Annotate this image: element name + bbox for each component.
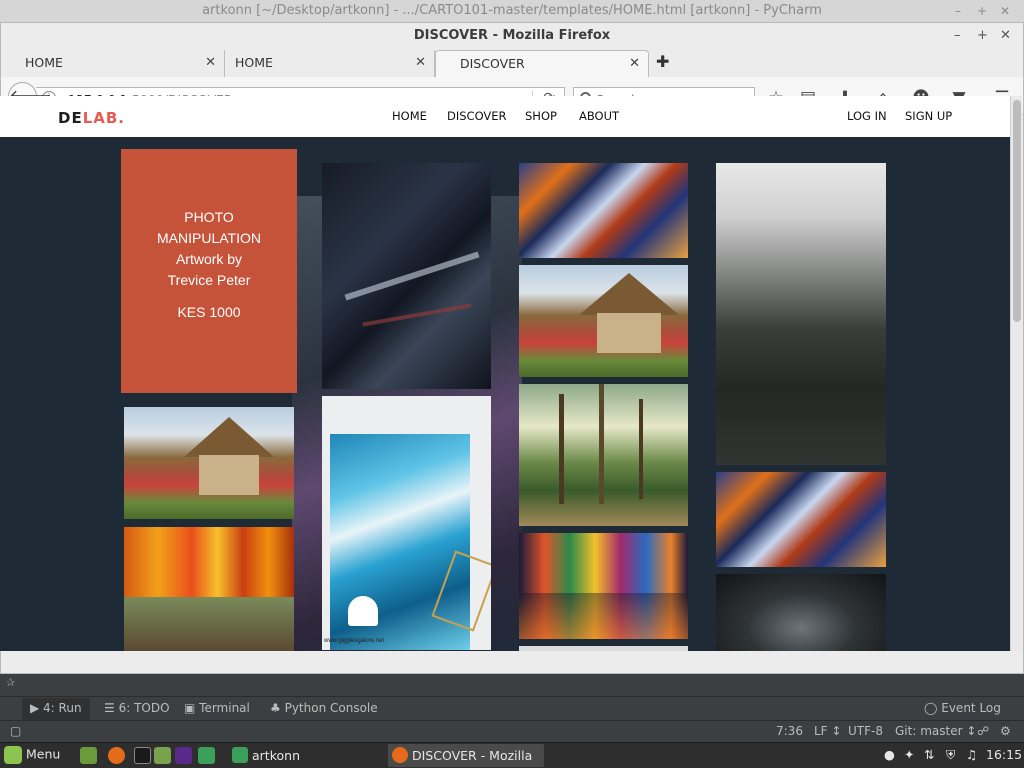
tab-home-1[interactable]: HOME ✕	[1, 50, 225, 77]
close-tab-icon[interactable]: ✕	[629, 51, 640, 77]
run-icon: ▶	[30, 701, 44, 715]
new-tab-icon[interactable]: ✚	[656, 52, 669, 71]
village-hut-artwork-2[interactable]	[519, 265, 688, 377]
pycharm-titlebar: artkonn [~/Desktop/artkonn] - .../CARTO1…	[0, 0, 1024, 22]
bluetooth-icon[interactable]: ✦	[904, 747, 914, 762]
featured-artwork-card[interactable]: PHOTO MANIPULATION Artwork by Trevice Pe…	[121, 149, 297, 393]
abstract-city-artwork[interactable]	[519, 163, 688, 258]
artwork-edge[interactable]	[519, 646, 688, 651]
village-hut-artwork[interactable]	[124, 407, 294, 519]
pycharm-tool-tabs: ▶ 4: Run ☰ 6: TODO ▣ Terminal ♣ Python C…	[0, 696, 1024, 720]
card-price: KES 1000	[177, 304, 241, 320]
misty-forest-photo[interactable]	[716, 163, 886, 465]
system-taskbar: Menu artkonn [~/Desktop/... DISCOVER - M…	[0, 742, 1024, 768]
login-link[interactable]: LOG IN	[847, 109, 887, 123]
dark-cloud-photo[interactable]	[716, 574, 886, 651]
start-menu-button[interactable]: Menu	[4, 746, 60, 764]
lock-icon[interactable]: ☍	[977, 724, 989, 738]
inspector-icon[interactable]: ⚙	[1000, 724, 1011, 738]
event-log-button[interactable]: ◯ Event Log	[924, 701, 1001, 715]
git-branch[interactable]: Git: master ↕	[895, 724, 976, 738]
abstract-dark-artwork[interactable]	[322, 163, 491, 389]
card-line: Artwork by	[175, 251, 243, 267]
card-line: PHOTO	[184, 209, 234, 225]
tab-todo[interactable]: ☰ 6: TODO	[104, 701, 170, 715]
watermark-text: www.gigglesgalore.net	[324, 638, 385, 644]
task-firefox[interactable]: DISCOVER - Mozilla ...	[388, 744, 544, 767]
nav-shop[interactable]: SHOP	[525, 109, 557, 123]
nav-discover[interactable]: DISCOVER	[447, 109, 507, 123]
list-icon: ☰	[104, 701, 119, 715]
pycharm-launcher-icon[interactable]	[198, 747, 215, 764]
web-page: DELAB. HOME DISCOVER SHOP ABOUT LOG IN S…	[0, 96, 1010, 651]
user-icon[interactable]: ●	[884, 747, 895, 762]
tab-label: DISCOVER	[460, 56, 525, 71]
tab-terminal[interactable]: ▣ Terminal	[184, 701, 250, 715]
site-logo[interactable]: DELAB.	[58, 109, 125, 127]
pycharm-title: artkonn [~/Desktop/artkonn] - .../CARTO1…	[202, 3, 822, 18]
minimize-icon[interactable]: –	[955, 0, 961, 22]
close-icon[interactable]: ✕	[1000, 0, 1010, 22]
nav-about[interactable]: ABOUT	[579, 109, 619, 123]
file-encoding[interactable]: UTF-8	[848, 724, 883, 738]
card-line: MANIPULATION	[157, 230, 261, 246]
mint-logo-icon	[4, 746, 22, 764]
python-icon: ♣	[270, 701, 285, 715]
pin-icon[interactable]: ✰	[6, 676, 15, 689]
files-launcher-icon[interactable]	[154, 747, 171, 764]
tab-discover[interactable]: DISCOVER ✕	[435, 50, 649, 77]
task-pycharm[interactable]: artkonn [~/Desktop/...	[228, 744, 384, 767]
tab-label: HOME	[25, 55, 63, 70]
abstract-city-artwork-2[interactable]	[716, 472, 886, 567]
close-icon[interactable]: ✕	[1000, 23, 1011, 49]
close-tab-icon[interactable]: ✕	[415, 50, 426, 76]
pycharm-tool-strip: ✰	[0, 674, 1024, 696]
volume-icon[interactable]: ♫	[966, 747, 977, 762]
signup-link[interactable]: SIGN UP	[905, 109, 952, 123]
terminal-icon: ▣	[184, 701, 200, 715]
firefox-icon	[392, 747, 408, 763]
firefox-titlebar: DISCOVER - Mozilla Firefox – + ✕	[1, 23, 1023, 49]
phpstorm-launcher-icon[interactable]	[175, 747, 192, 764]
tab-run[interactable]: ▶ 4: Run	[22, 698, 90, 720]
fluid-art-canvas-photo[interactable]: www.gigglesgalore.net	[322, 396, 491, 650]
show-desktop-icon[interactable]	[80, 747, 97, 764]
terminal-launcher-icon[interactable]	[134, 747, 151, 764]
page-scrollbar[interactable]	[1010, 96, 1022, 651]
tab-label: HOME	[235, 55, 273, 70]
nav-home[interactable]: HOME	[392, 109, 427, 123]
pycharm-icon	[232, 747, 248, 763]
maximize-icon[interactable]: +	[977, 23, 988, 49]
layout-icon[interactable]: ▢	[10, 724, 21, 738]
minimize-icon[interactable]: –	[954, 23, 961, 49]
line-separator[interactable]: LF ↕	[814, 724, 841, 738]
card-line: Trevice Peter	[167, 272, 251, 288]
tab-home-2[interactable]: HOME ✕	[211, 50, 435, 77]
site-header: DELAB. HOME DISCOVER SHOP ABOUT LOG IN S…	[0, 96, 1010, 137]
event-log-icon: ◯	[924, 701, 942, 715]
firefox-launcher-icon[interactable]	[108, 747, 125, 764]
tab-strip: HOME ✕ HOME ✕ DISCOVER ✕ ✚	[1, 49, 1023, 77]
maximize-icon[interactable]: +	[977, 0, 987, 22]
network-icon[interactable]: ⇅	[924, 747, 934, 762]
forest-stream-artwork[interactable]	[519, 384, 688, 526]
scrollbar-thumb[interactable]	[1013, 100, 1021, 322]
tab-python-console[interactable]: ♣ Python Console	[270, 701, 378, 715]
autumn-forest-artwork[interactable]	[124, 527, 294, 651]
city-rain-artwork[interactable]	[519, 533, 688, 639]
cursor-position[interactable]: 7:36	[776, 724, 803, 738]
pycharm-status-bar: ▢ 7:36 LF ↕ UTF-8 Git: master ↕ ☍ ⚙	[0, 720, 1024, 742]
clock[interactable]: 16:15	[986, 747, 1022, 762]
shield-icon[interactable]: ⛨	[946, 747, 955, 763]
firefox-title: DISCOVER - Mozilla Firefox	[413, 28, 611, 43]
